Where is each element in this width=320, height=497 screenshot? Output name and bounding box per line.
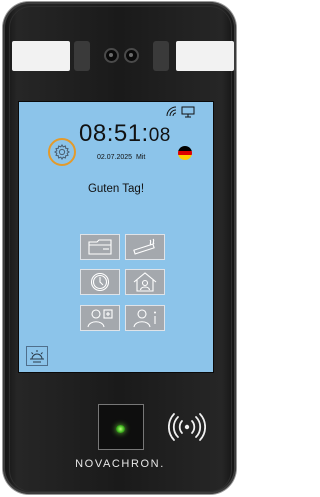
coffee-break-icon (88, 239, 112, 255)
sensor-bar-left (74, 41, 90, 71)
gear-icon (54, 144, 70, 160)
user-info-icon (133, 309, 156, 328)
tile-smoke[interactable] (125, 234, 165, 260)
add-user-icon (87, 309, 113, 328)
clock-icon (90, 272, 110, 292)
date-value: 02.07.2025 (97, 154, 133, 161)
tile-add-user[interactable] (80, 305, 120, 331)
network-signal-icon (166, 106, 177, 117)
weekday-value: Mit (135, 154, 146, 161)
date-display: 02.07.2025 Mit (97, 154, 145, 161)
clock-hours-minutes: 08:51: (79, 120, 149, 147)
brightness-button[interactable] (26, 346, 48, 366)
touch-screen: 08:51:08 02.07.2025 Mit Guten Tag! (18, 101, 214, 373)
camera-lens-left (104, 48, 119, 63)
camera-lens-right (124, 48, 139, 63)
tile-user-info[interactable] (125, 305, 165, 331)
tile-shift[interactable] (80, 269, 120, 295)
rfid-contactless-icon (168, 413, 206, 441)
clock-display: 08:51:08 (79, 120, 171, 148)
germany-flag-icon[interactable] (178, 146, 192, 160)
settings-button[interactable] (48, 138, 76, 166)
ir-illuminator-right (176, 41, 234, 71)
ir-illuminator-left (12, 41, 70, 71)
greeting-text: Guten Tag! (87, 183, 145, 195)
cigarette-icon (133, 238, 155, 255)
home-office-icon (133, 272, 157, 292)
fingerprint-reader[interactable] (98, 404, 144, 450)
status-led (116, 425, 125, 433)
server-connection-icon (181, 106, 195, 118)
tile-break[interactable] (80, 234, 120, 260)
clock-seconds: 08 (148, 125, 171, 146)
brightness-icon (30, 350, 44, 363)
brand-logo: NOVACHRON. (75, 458, 165, 470)
sensor-bar-right (153, 41, 169, 71)
tile-home[interactable] (125, 269, 165, 295)
